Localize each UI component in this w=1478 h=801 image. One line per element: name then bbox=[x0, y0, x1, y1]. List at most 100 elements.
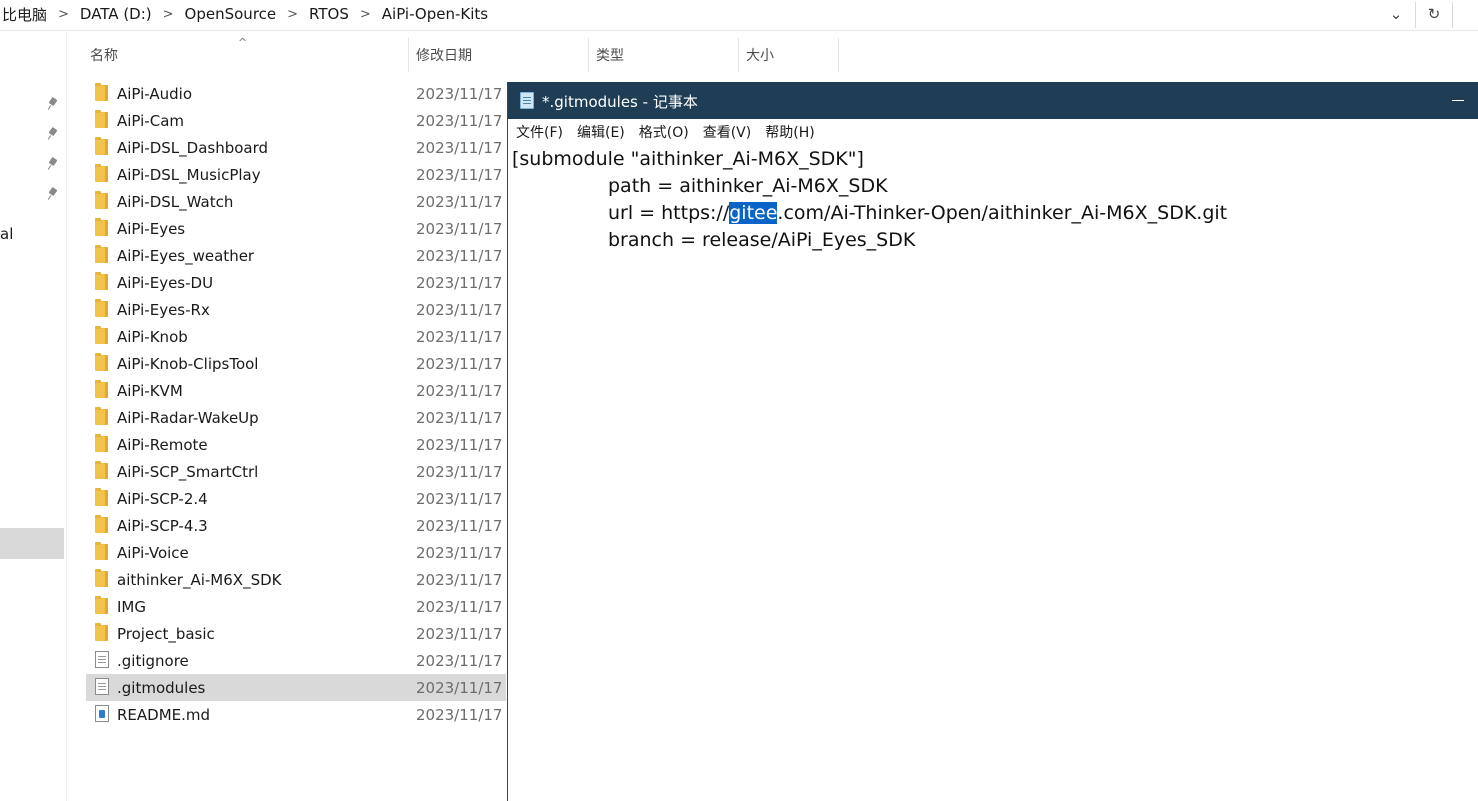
breadcrumb-item[interactable]: 比电脑 bbox=[0, 4, 49, 25]
folder-icon bbox=[95, 164, 108, 182]
file-name: AiPi-Knob-ClipsTool bbox=[117, 354, 259, 373]
refresh-icon[interactable]: ↻ bbox=[1416, 0, 1452, 28]
file-name: AiPi-Remote bbox=[117, 435, 208, 454]
selected-text[interactable]: gitee bbox=[729, 202, 778, 224]
file-name: Project_basic bbox=[117, 624, 215, 643]
file-row[interactable]: AiPi-DSL_MusicPlay 2023/11/17 bbox=[86, 161, 506, 188]
file-row[interactable]: AiPi-Eyes_weather 2023/11/17 bbox=[86, 242, 506, 269]
column-header-name[interactable]: 名称 bbox=[84, 38, 408, 72]
file-row[interactable]: AiPi-Remote 2023/11/17 bbox=[86, 431, 506, 458]
folder-icon bbox=[95, 569, 108, 587]
file-row[interactable]: aithinker_Ai-M6X_SDK 2023/11/17 bbox=[86, 566, 506, 593]
text-file-icon bbox=[95, 678, 109, 695]
folder-icon bbox=[95, 353, 108, 371]
file-row[interactable]: AiPi-Voice 2023/11/17 bbox=[86, 539, 506, 566]
file-row[interactable]: AiPi-Eyes 2023/11/17 bbox=[86, 215, 506, 242]
file-row[interactable]: AiPi-Audio 2023/11/17 bbox=[86, 80, 506, 107]
column-divider[interactable] bbox=[408, 38, 409, 72]
notepad-window[interactable]: *.gitmodules - 记事本 文件(F) 编辑(E) 格式(O) 查看(V) 帮… bbox=[507, 82, 1478, 801]
text-line: [submodule "aithinker_Ai-M6X_SDK"] bbox=[512, 148, 864, 170]
file-row[interactable]: IMG 2023/11/17 bbox=[86, 593, 506, 620]
column-header-size[interactable]: 大小 bbox=[740, 38, 838, 72]
file-row[interactable]: .gitignore 2023/11/17 bbox=[86, 647, 506, 674]
file-modified-date: 2023/11/17 bbox=[416, 489, 503, 508]
column-divider[interactable] bbox=[738, 38, 739, 72]
folder-icon bbox=[95, 218, 108, 236]
text-line: path = aithinker_Ai-M6X_SDK bbox=[608, 175, 888, 197]
file-name: AiPi-Audio bbox=[117, 84, 193, 103]
breadcrumb[interactable]: 比电脑 > DATA (D:) > OpenSource > RTOS > AiPi-Open-… bbox=[0, 3, 490, 25]
file-row[interactable]: AiPi-SCP-2.4 2023/11/17 bbox=[86, 485, 506, 512]
pin-icon bbox=[46, 127, 60, 141]
breadcrumb-item[interactable]: DATA (D:) bbox=[78, 5, 154, 23]
column-divider[interactable] bbox=[838, 38, 839, 72]
file-row[interactable]: AiPi-Knob-ClipsTool 2023/11/17 bbox=[86, 350, 506, 377]
file-row[interactable]: AiPi-SCP_SmartCtrl 2023/11/17 bbox=[86, 458, 506, 485]
file-row[interactable]: .gitmodules 2023/11/17 bbox=[86, 674, 506, 701]
file-row[interactable]: AiPi-Cam 2023/11/17 bbox=[86, 107, 506, 134]
file-modified-date: 2023/11/17 bbox=[416, 84, 503, 103]
menu-item[interactable]: 查看(V) bbox=[703, 122, 752, 142]
file-row[interactable]: AiPi-DSL_Watch 2023/11/17 bbox=[86, 188, 506, 215]
folder-icon bbox=[95, 137, 108, 155]
folder-icon bbox=[95, 83, 108, 101]
column-header-date[interactable]: 修改日期 bbox=[410, 38, 588, 72]
file-modified-date: 2023/11/17 bbox=[416, 543, 503, 562]
breadcrumb-item[interactable]: AiPi-Open-Kits bbox=[380, 5, 490, 23]
file-row[interactable]: AiPi-Eyes-DU 2023/11/17 bbox=[86, 269, 506, 296]
address-bar[interactable]: 比电脑 > DATA (D:) > OpenSource > RTOS > AiPi-Open-… bbox=[0, 0, 1478, 30]
file-row[interactable]: AiPi-SCP-4.3 2023/11/17 bbox=[86, 512, 506, 539]
menu-item[interactable]: 文件(F) bbox=[516, 122, 563, 142]
column-header-type[interactable]: 类型 bbox=[590, 38, 738, 72]
chevron-right-icon[interactable]: > bbox=[154, 7, 183, 22]
column-divider[interactable] bbox=[588, 38, 589, 72]
file-name: AiPi-SCP_SmartCtrl bbox=[117, 462, 259, 481]
file-name: aithinker_Ai-M6X_SDK bbox=[117, 570, 282, 589]
breadcrumb-item[interactable]: RTOS bbox=[307, 5, 351, 23]
chevron-right-icon[interactable]: > bbox=[351, 7, 380, 22]
file-name: AiPi-DSL_Watch bbox=[117, 192, 234, 211]
text-line: url = https://gitee.com/Ai-Thinker-Open/… bbox=[608, 200, 1227, 227]
pin-icon bbox=[46, 97, 60, 111]
file-list: AiPi-Audio 2023/11/17 AiPi-Cam 2023/11/17 Ai… bbox=[86, 80, 506, 728]
markdown-file-icon bbox=[95, 705, 109, 722]
nav-item-selected[interactable] bbox=[0, 528, 64, 559]
file-name: AiPi-SCP-2.4 bbox=[117, 489, 208, 508]
minimize-icon[interactable] bbox=[1452, 100, 1464, 101]
file-name: AiPi-KVM bbox=[117, 381, 183, 400]
breadcrumb-item[interactable]: OpenSource bbox=[183, 5, 279, 23]
file-name: .gitignore bbox=[117, 651, 189, 670]
file-name: AiPi-Cam bbox=[117, 111, 185, 130]
file-modified-date: 2023/11/17 bbox=[416, 381, 503, 400]
file-modified-date: 2023/11/17 bbox=[416, 300, 503, 319]
file-name: AiPi-SCP-4.3 bbox=[117, 516, 208, 535]
file-row[interactable]: AiPi-Radar-WakeUp 2023/11/17 bbox=[86, 404, 506, 431]
menu-item[interactable]: 格式(O) bbox=[639, 122, 689, 142]
file-modified-date: 2023/11/17 bbox=[416, 246, 503, 265]
navigation-pane[interactable]: al bbox=[0, 31, 67, 801]
file-row[interactable]: AiPi-DSL_Dashboard 2023/11/17 bbox=[86, 134, 506, 161]
divider bbox=[0, 30, 1478, 31]
folder-icon bbox=[95, 434, 108, 452]
menu-item[interactable]: 帮助(H) bbox=[765, 122, 814, 142]
menu-item[interactable]: 编辑(E) bbox=[577, 122, 625, 142]
folder-icon bbox=[95, 272, 108, 290]
file-modified-date: 2023/11/17 bbox=[416, 327, 503, 346]
folder-icon bbox=[95, 191, 108, 209]
file-row[interactable]: Project_basic 2023/11/17 bbox=[86, 620, 506, 647]
text-editor[interactable]: [submodule "aithinker_Ai-M6X_SDK"]path =… bbox=[512, 146, 1472, 796]
file-modified-date: 2023/11/17 bbox=[416, 705, 503, 724]
chevron-down-icon[interactable]: ⌄ bbox=[1378, 0, 1414, 28]
notepad-title-bar[interactable]: *.gitmodules - 记事本 bbox=[508, 82, 1478, 119]
nav-item-label[interactable]: al bbox=[0, 225, 13, 243]
file-modified-date: 2023/11/17 bbox=[416, 678, 503, 697]
file-row[interactable]: AiPi-Knob 2023/11/17 bbox=[86, 323, 506, 350]
file-name: AiPi-Eyes-DU bbox=[117, 273, 214, 292]
chevron-right-icon[interactable]: > bbox=[49, 7, 78, 22]
file-row[interactable]: AiPi-KVM 2023/11/17 bbox=[86, 377, 506, 404]
file-modified-date: 2023/11/17 bbox=[416, 354, 503, 373]
file-row[interactable]: README.md 2023/11/17 bbox=[86, 701, 506, 728]
chevron-right-icon[interactable]: > bbox=[278, 7, 307, 22]
file-row[interactable]: AiPi-Eyes-Rx 2023/11/17 bbox=[86, 296, 506, 323]
window-title: *.gitmodules - 记事本 bbox=[542, 93, 698, 111]
